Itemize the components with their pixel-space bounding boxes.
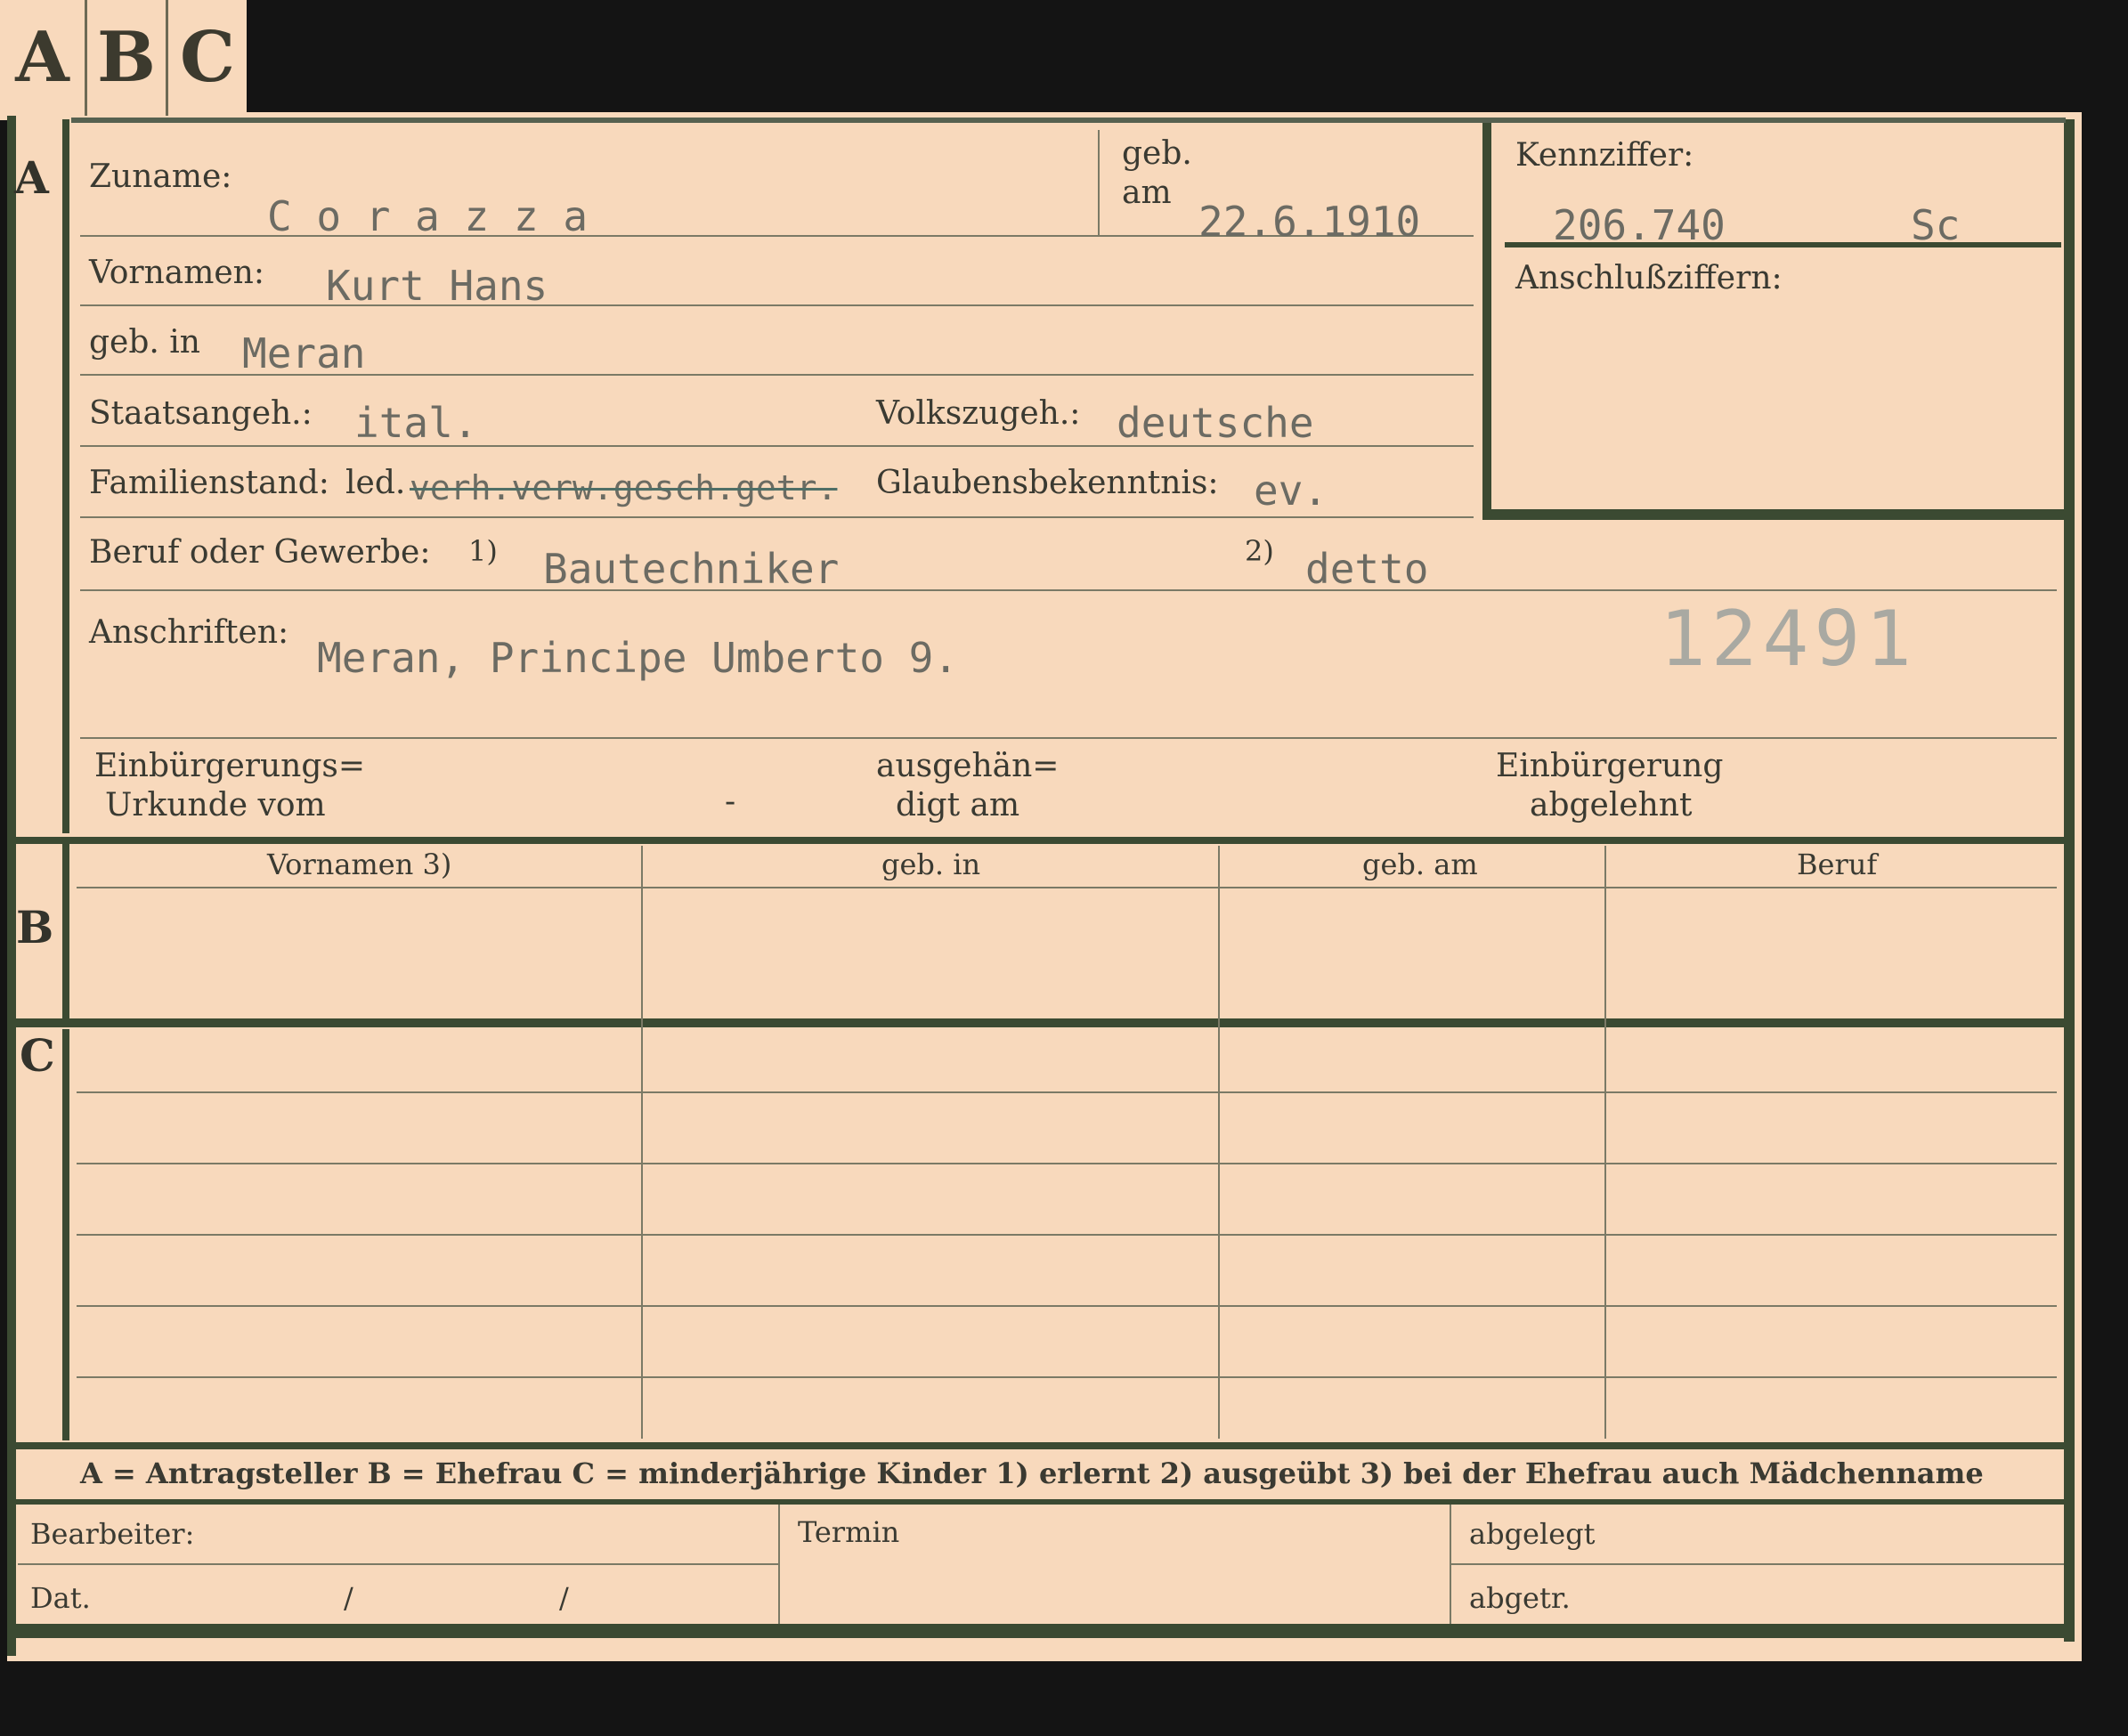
date-slash: /	[559, 1581, 569, 1615]
row-line	[77, 1376, 2057, 1378]
geb-label: geb.	[1122, 135, 1192, 172]
kennziffer-label: Kennziffer:	[1515, 137, 1694, 174]
separator-bc	[16, 1018, 2064, 1027]
column-line	[641, 846, 643, 1439]
glaubens-value: ev.	[1254, 466, 1328, 515]
section-rule-a	[62, 119, 69, 833]
kennziffer-value: 206.740	[1553, 201, 1726, 249]
termin-label: Termin	[798, 1515, 900, 1549]
tab-strip: A B C	[0, 0, 247, 120]
row-line	[77, 1091, 2057, 1093]
column-line	[1218, 846, 1220, 1439]
kennziffer-box-left	[1482, 123, 1491, 520]
tab-b: B	[97, 17, 156, 98]
familien-prefix: led.	[345, 465, 406, 501]
einbuergerung-label: Einbürgerung	[1496, 748, 1724, 784]
stamp-number: 12491	[1660, 595, 1917, 684]
header-underline	[77, 887, 2057, 888]
row-line	[80, 737, 2057, 739]
column-line	[1604, 846, 1606, 1439]
zuname-value: C o r a z z a	[267, 192, 589, 240]
row-line	[80, 304, 1474, 306]
staats-label: Staatsangeh.:	[89, 395, 313, 432]
einbuergerungs-label: Einbürgerungs=	[94, 748, 366, 784]
date-slash: /	[344, 1581, 353, 1615]
anschriften-label: Anschriften:	[89, 614, 289, 651]
tab-a: A	[15, 17, 69, 98]
familien-struck: verh.verw.gesch.getr.	[410, 468, 838, 507]
frame-bottom	[16, 1624, 2075, 1638]
urkunde-dash: -	[725, 783, 736, 820]
row-line	[77, 1234, 2057, 1236]
beruf-footnote-2: 2)	[1245, 534, 1274, 568]
row-line	[77, 1305, 2057, 1307]
geb-in-value: Meran	[242, 329, 366, 377]
am-label: am	[1122, 174, 1172, 211]
kennziffer-box-bottom	[1482, 509, 2066, 520]
vornamen-label: Vornamen:	[89, 255, 264, 291]
kennziffer-suffix: Sc	[1911, 201, 1961, 249]
digt-am-label: digt am	[896, 787, 1020, 823]
zuname-label: Zuname:	[89, 158, 232, 195]
geb-am-value: 22.6.1910	[1198, 198, 1421, 246]
header-beruf: Beruf	[1797, 848, 1878, 881]
urkunde-vom-label: Urkunde vom	[105, 787, 326, 823]
frame-right	[2064, 119, 2075, 1642]
glaubens-label: Glaubensbekenntnis:	[876, 465, 1219, 501]
vornamen-value: Kurt Hans	[326, 262, 548, 310]
section-letter-c: C	[20, 1029, 55, 1082]
legend-text: A = Antragsteller B = Ehefrau C = minder…	[80, 1456, 1984, 1490]
familien-label: Familienstand:	[89, 465, 329, 501]
abgelegt-label: abgelegt	[1469, 1517, 1596, 1551]
header-vornamen: Vornamen 3)	[267, 848, 452, 881]
frame-top	[71, 118, 2066, 123]
beruf-footnote-1: 1)	[468, 534, 498, 568]
volks-value: deutsche	[1117, 399, 1314, 447]
separator-ab	[16, 837, 2064, 844]
footer-divider	[778, 1505, 780, 1624]
legend-bottom-rule	[16, 1499, 2064, 1505]
row-line	[80, 589, 2057, 591]
staats-value: ital.	[354, 399, 478, 447]
dat-label: Dat.	[30, 1581, 91, 1615]
section-letter-b: B	[16, 901, 54, 953]
row-line	[77, 1163, 2057, 1164]
volks-label: Volkszugeh.:	[876, 395, 1081, 432]
legend-top-rule	[16, 1442, 2064, 1449]
beruf-value-1: Bautechniker	[543, 545, 840, 593]
header-geb-in: geb. in	[881, 848, 981, 881]
section-letter-a: A	[14, 151, 49, 204]
frame-left	[7, 116, 16, 1656]
row-line	[80, 516, 1474, 518]
anschluss-label: Anschlußziffern:	[1515, 260, 1783, 296]
geb-divider	[1098, 130, 1100, 235]
geb-in-label: geb. in	[89, 324, 200, 361]
footer-line	[1451, 1563, 2064, 1565]
beruf-value-2: detto	[1305, 545, 1429, 593]
section-rule-b	[62, 844, 69, 1018]
section-rule-c	[62, 1029, 69, 1440]
bearbeiter-label: Bearbeiter:	[30, 1517, 195, 1551]
beruf-label: Beruf oder Gewerbe:	[89, 534, 431, 571]
abgetr-label: abgetr.	[1469, 1581, 1571, 1615]
abgelehnt-label: abgelehnt	[1530, 787, 1693, 823]
ausgehaendigt-label: ausgehän=	[876, 748, 1060, 784]
anschriften-value: Meran, Principe Umberto 9.	[317, 634, 959, 682]
footer-line	[18, 1563, 778, 1565]
tab-c: C	[179, 17, 236, 98]
header-geb-am: geb. am	[1362, 848, 1478, 881]
